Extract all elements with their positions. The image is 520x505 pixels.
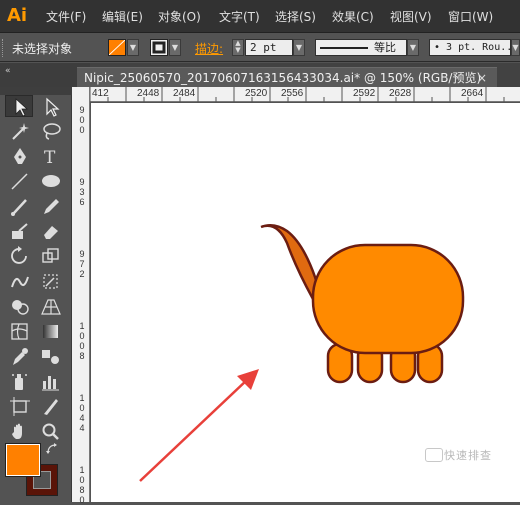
menu-file[interactable]: 文件(F) [46, 8, 86, 25]
h-ruler-label: 2448 [137, 88, 160, 99]
fill-dropdown-button[interactable]: ▼ [127, 39, 139, 56]
document-tab[interactable]: Nipic_25060570_20170607163156433034.ai* … [77, 67, 497, 87]
blend-tool-icon[interactable] [38, 345, 64, 367]
perspective-grid-tool-icon[interactable] [38, 295, 64, 317]
fill-swatch[interactable] [108, 39, 126, 56]
magic-wand-tool-icon[interactable] [7, 120, 33, 142]
mesh-tool-icon[interactable] [7, 320, 33, 342]
menu-type[interactable]: 文字(T) [219, 8, 260, 25]
artwork [139, 223, 465, 482]
menu-effect[interactable]: 效果(C) [332, 8, 374, 25]
fill-swatch-icon [108, 39, 126, 56]
eyedropper-tool-icon[interactable] [7, 345, 33, 367]
toolbox-grip[interactable] [0, 87, 72, 95]
gradient-tool-icon[interactable] [38, 320, 64, 342]
symbol-sprayer-tool-icon[interactable] [7, 370, 33, 392]
menu-select[interactable]: 选择(S) [275, 8, 316, 25]
stroke-weight-field[interactable]: 2 pt [245, 39, 293, 56]
brush-dropdown[interactable]: ▼ [511, 39, 520, 56]
h-ruler-label: 412 [92, 88, 109, 99]
body-shape [311, 243, 465, 355]
rotate-tool-icon[interactable] [7, 245, 33, 267]
stroke-dropdown-button[interactable]: ▼ [169, 39, 181, 56]
menu-object[interactable]: 对象(O) [158, 8, 201, 25]
hand-tool-icon[interactable] [7, 420, 33, 442]
stroke-swatch[interactable] [150, 39, 168, 56]
stroke-label[interactable]: 描边: [195, 40, 223, 57]
watermark-logo-icon [425, 448, 443, 462]
paintbrush-tool-icon[interactable] [7, 195, 33, 217]
free-transform-tool-icon[interactable] [38, 270, 64, 292]
stroke-profile-dropdown[interactable]: ▼ [407, 39, 419, 56]
pen-tool-icon[interactable] [7, 145, 33, 167]
scale-tool-icon[interactable] [38, 245, 64, 267]
type-tool-icon[interactable]: T [38, 145, 64, 167]
h-ruler-label: 2520 [245, 88, 268, 99]
toolbox: T [0, 87, 72, 502]
stroke-weight-stepper[interactable]: ▲ ▼ [232, 39, 244, 56]
control-bar: 未选择对象 ▼ ▼ 描边: ▲ ▼ 2 pt ▼ 等比 ▼ • 3 pt. Rou… [0, 34, 520, 62]
warp-tool-icon[interactable] [7, 270, 33, 292]
collapse-panel-icon[interactable]: « [5, 66, 11, 76]
control-bar-grip[interactable] [2, 39, 5, 57]
ellipse-tool-icon[interactable] [38, 170, 64, 192]
menu-view[interactable]: 视图(V) [390, 8, 432, 25]
watermark-text: 快速排查 [444, 449, 492, 462]
zoom-tool-icon[interactable] [38, 420, 64, 442]
app-logo: Ai [7, 5, 28, 26]
document-tab-title: Nipic_25060570_20170607163156433034.ai* … [84, 71, 482, 85]
lasso-tool-icon[interactable] [38, 120, 64, 142]
fill-color-swatch[interactable] [5, 443, 41, 477]
stroke-profile-field[interactable]: 等比 [315, 39, 407, 56]
selection-status: 未选择对象 [12, 42, 73, 56]
slice-tool-icon[interactable] [38, 395, 64, 417]
pencil-tool-icon[interactable] [38, 195, 64, 217]
stroke-weight-dropdown[interactable]: ▼ [293, 39, 305, 56]
blob-brush-tool-icon[interactable] [7, 220, 33, 242]
h-ruler-label: 2592 [353, 88, 376, 99]
stroke-swatch-icon [152, 41, 166, 54]
eraser-tool-icon[interactable] [38, 220, 64, 242]
menu-edit[interactable]: 编辑(E) [102, 8, 143, 25]
swap-fill-stroke-icon[interactable] [44, 441, 62, 457]
line-tool-icon[interactable] [7, 170, 33, 192]
h-ruler-label: 2484 [173, 88, 196, 99]
close-tab-button[interactable]: × [477, 68, 487, 88]
artboard-tool-icon[interactable] [7, 395, 33, 417]
svg-text:T: T [44, 148, 56, 167]
h-ruler-label: 2664 [461, 88, 484, 99]
stroke-profile-label: 等比 [374, 41, 396, 54]
shape-builder-tool-icon[interactable] [7, 295, 33, 317]
selection-tool-icon[interactable] [7, 96, 33, 118]
direct-selection-tool-icon[interactable] [38, 96, 64, 118]
menu-bar: Ai 文件(F) 编辑(E) 对象(O) 文字(T) 选择(S) 效果(C) 视… [0, 0, 520, 33]
artboard-canvas[interactable] [91, 103, 520, 502]
horizontal-ruler: 412 2448 2484 2520 2556 2592 2628 2664 [90, 87, 520, 102]
column-graph-tool-icon[interactable] [38, 370, 64, 392]
h-ruler-label: 2556 [281, 88, 304, 99]
annotation-arrow [139, 378, 249, 482]
brush-field[interactable]: • 3 pt. Rou... [429, 39, 511, 56]
stroke-profile-line [320, 47, 368, 49]
h-ruler-label: 2628 [389, 88, 412, 99]
menu-window[interactable]: 窗口(W) [448, 8, 493, 25]
vertical-ruler: 900936972100810441080 [72, 87, 90, 505]
